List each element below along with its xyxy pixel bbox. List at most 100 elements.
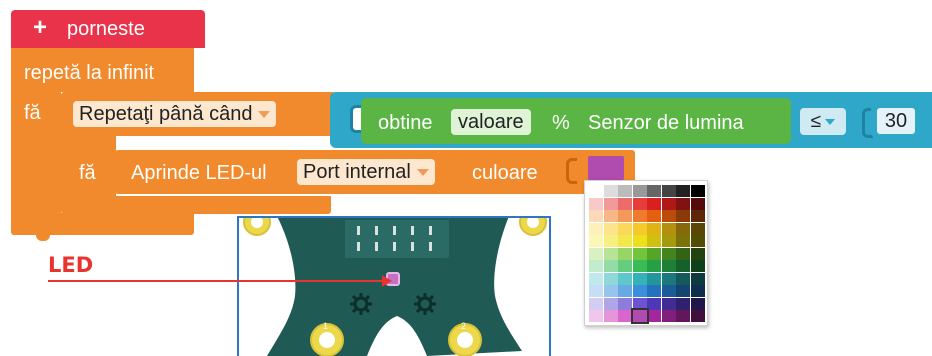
palette-swatch[interactable] — [603, 310, 618, 322]
palette-swatch[interactable] — [632, 210, 647, 222]
palette-swatch[interactable] — [690, 210, 705, 222]
palette-swatch[interactable] — [618, 210, 632, 222]
palette-swatch[interactable] — [676, 197, 690, 210]
palette-swatch[interactable] — [632, 297, 647, 310]
blockly-workspace: + porneste repetă la infinit fă Repetaţi… — [0, 0, 932, 241]
palette-swatch[interactable] — [618, 272, 632, 285]
palette-swatch[interactable] — [603, 247, 618, 260]
palette-swatch[interactable] — [618, 185, 632, 197]
color-palette — [584, 180, 708, 326]
start-hat-block[interactable]: + porneste — [11, 10, 205, 48]
plus-icon[interactable]: + — [33, 16, 47, 40]
palette-swatch[interactable] — [589, 285, 603, 297]
palette-swatch[interactable] — [589, 247, 603, 260]
repeat-until-dropdown[interactable]: Repetaţi până când — [73, 101, 277, 127]
palette-swatch[interactable] — [690, 185, 705, 197]
palette-swatch[interactable] — [618, 247, 632, 260]
palette-swatch[interactable] — [603, 297, 618, 310]
palette-swatch[interactable] — [661, 197, 676, 210]
palette-swatch[interactable] — [603, 197, 618, 210]
palette-swatch[interactable] — [647, 310, 661, 322]
board-illustration: 1 2 — [237, 216, 551, 356]
palette-swatch[interactable] — [618, 260, 632, 272]
palette-swatch[interactable] — [647, 235, 661, 247]
palette-swatch[interactable] — [589, 260, 603, 272]
palette-swatch[interactable] — [676, 210, 690, 222]
palette-swatch[interactable] — [661, 247, 676, 260]
palette-swatch[interactable] — [647, 297, 661, 310]
palette-swatch[interactable] — [589, 235, 603, 247]
palette-swatch[interactable] — [676, 297, 690, 310]
palette-swatch[interactable] — [676, 247, 690, 260]
palette-swatch[interactable] — [690, 235, 705, 247]
palette-swatch[interactable] — [647, 210, 661, 222]
palette-swatch[interactable] — [647, 260, 661, 272]
palette-swatch[interactable] — [661, 272, 676, 285]
led-matrix-area — [345, 220, 449, 258]
palette-swatch[interactable] — [603, 210, 618, 222]
palette-swatch[interactable] — [603, 185, 618, 197]
palette-swatch[interactable] — [676, 222, 690, 235]
palette-swatch[interactable] — [661, 260, 676, 272]
palette-swatch[interactable] — [618, 310, 632, 322]
palette-swatch[interactable] — [632, 285, 647, 297]
palette-swatch[interactable] — [690, 310, 705, 322]
palette-swatch[interactable] — [661, 235, 676, 247]
palette-swatch[interactable] — [676, 272, 690, 285]
palette-swatch[interactable] — [618, 222, 632, 235]
palette-swatch[interactable] — [632, 222, 647, 235]
palette-swatch[interactable] — [647, 222, 661, 235]
palette-swatch[interactable] — [690, 222, 705, 235]
color-input-notch — [566, 158, 577, 184]
palette-swatch[interactable] — [603, 235, 618, 247]
palette-swatch[interactable] — [690, 272, 705, 285]
palette-swatch[interactable] — [676, 185, 690, 197]
palette-swatch[interactable] — [618, 285, 632, 297]
palette-swatch[interactable] — [647, 285, 661, 297]
palette-swatch[interactable] — [676, 235, 690, 247]
palette-swatch[interactable] — [632, 272, 647, 285]
palette-swatch[interactable] — [603, 222, 618, 235]
palette-swatch[interactable] — [661, 310, 676, 322]
palette-swatch[interactable] — [589, 222, 603, 235]
number-input[interactable]: 30 — [871, 105, 921, 137]
port-dropdown[interactable]: Port internal — [297, 159, 435, 185]
palette-swatch[interactable] — [647, 272, 661, 285]
palette-swatch[interactable] — [676, 310, 690, 322]
sensor-value-dropdown[interactable]: valoare — [451, 109, 531, 135]
palette-swatch[interactable] — [690, 285, 705, 297]
palette-swatch[interactable] — [630, 308, 649, 324]
palette-swatch[interactable] — [589, 272, 603, 285]
palette-swatch[interactable] — [661, 185, 676, 197]
palette-swatch[interactable] — [690, 260, 705, 272]
palette-swatch[interactable] — [618, 235, 632, 247]
palette-swatch[interactable] — [661, 210, 676, 222]
palette-swatch[interactable] — [647, 185, 661, 197]
palette-swatch[interactable] — [690, 297, 705, 310]
operator-dropdown[interactable]: ≤ — [800, 108, 846, 135]
palette-swatch[interactable] — [661, 285, 676, 297]
palette-swatch[interactable] — [632, 260, 647, 272]
palette-swatch[interactable] — [676, 260, 690, 272]
palette-swatch[interactable] — [618, 197, 632, 210]
palette-swatch[interactable] — [589, 197, 603, 210]
palette-swatch[interactable] — [589, 310, 603, 322]
palette-swatch[interactable] — [690, 247, 705, 260]
palette-swatch[interactable] — [690, 197, 705, 210]
palette-swatch[interactable] — [589, 185, 603, 197]
palette-swatch[interactable] — [603, 260, 618, 272]
palette-swatch[interactable] — [589, 297, 603, 310]
palette-swatch[interactable] — [676, 285, 690, 297]
palette-swatch[interactable] — [632, 247, 647, 260]
palette-swatch[interactable] — [632, 185, 647, 197]
palette-swatch[interactable] — [632, 197, 647, 210]
palette-swatch[interactable] — [618, 297, 632, 310]
palette-swatch[interactable] — [647, 247, 661, 260]
palette-swatch[interactable] — [661, 222, 676, 235]
palette-swatch[interactable] — [661, 297, 676, 310]
palette-swatch[interactable] — [603, 285, 618, 297]
palette-swatch[interactable] — [632, 235, 647, 247]
palette-swatch[interactable] — [603, 272, 618, 285]
palette-swatch[interactable] — [589, 210, 603, 222]
palette-swatch[interactable] — [647, 197, 661, 210]
